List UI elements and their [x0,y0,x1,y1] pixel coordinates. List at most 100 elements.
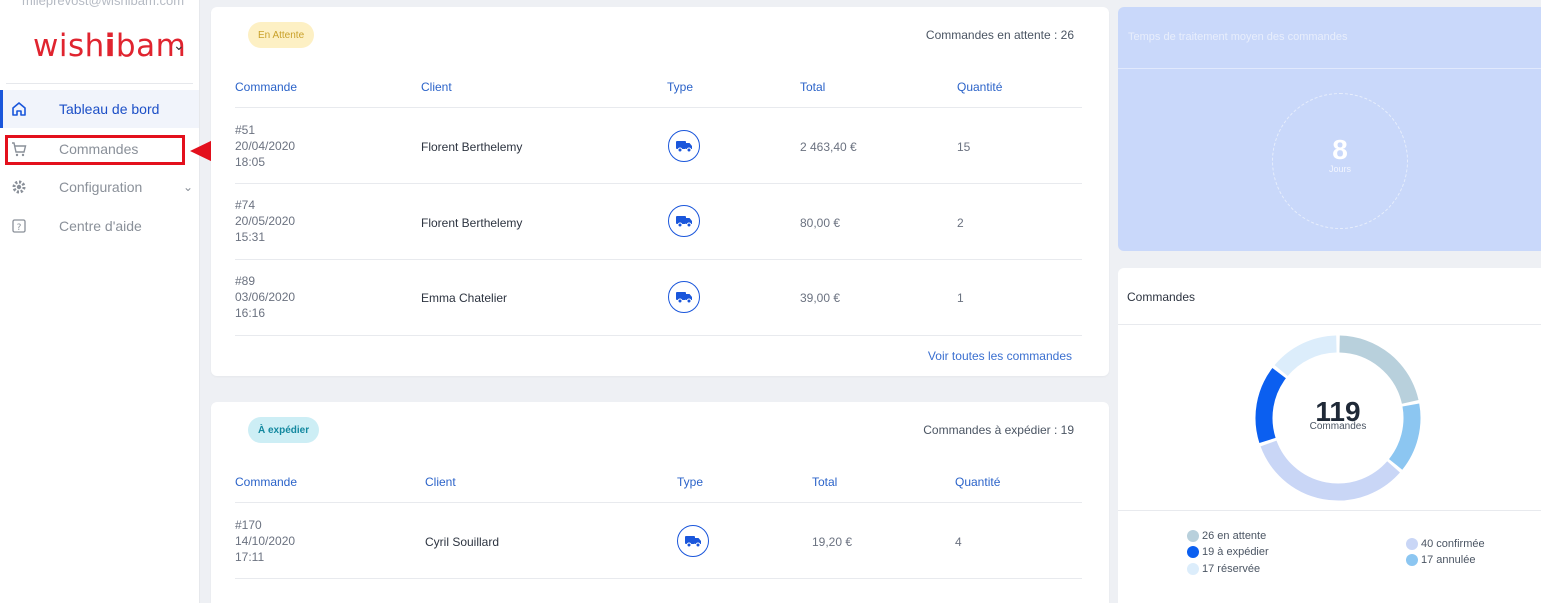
legend-label: 19 à expédier [1202,546,1269,558]
panel-divider [1118,68,1541,69]
delivery-truck-icon [668,281,700,313]
legend-dot [1187,563,1199,575]
legend-label: 17 réservée [1202,563,1261,575]
column-header-order[interactable]: Commande [235,475,297,489]
panel-divider [1118,324,1541,325]
average-processing-time-panel: Temps de traitement moyen des commandes … [1118,7,1541,251]
order-time: 18:05 [235,155,266,169]
legend-item-pending[interactable]: 26 en attente [1187,530,1266,542]
column-header-quantity[interactable]: Quantité [955,475,1000,489]
legend-label: 17 annulée [1421,554,1476,566]
logo-text-start: wish [33,28,105,64]
panel-title: Commandes [1127,290,1196,304]
annotation-highlight-box [5,135,185,165]
legend-label: 26 en attente [1202,530,1267,542]
table-divider [235,259,1082,260]
panel-title: Temps de traitement moyen des commandes [1128,31,1348,43]
logo-text-middle: i [104,28,116,64]
pending-orders-card: En Attente Commandes en attente : 26 Com… [211,7,1109,376]
see-all-orders-link[interactable]: Voir toutes les commandes [928,349,1072,363]
order-quantity: 4 [955,535,962,549]
sidebar-item-label: Configuration [59,179,143,195]
table-divider [235,335,1082,336]
to-ship-count: Commandes à expédier : 19 [923,423,1074,437]
order-time: 16:16 [235,306,266,320]
sidebar-item-configuration[interactable]: Configuration ⌄ [0,168,199,206]
column-header-total[interactable]: Total [812,475,837,489]
legend-dot [1187,530,1199,542]
column-header-type[interactable]: Type [677,475,703,489]
delivery-truck-icon [668,130,700,162]
panel-divider [1118,510,1541,511]
average-days-value: 8 [1332,134,1348,165]
table-divider [235,107,1082,108]
order-date: 14/10/2020 [235,534,296,548]
order-client: Florent Berthelemy [421,140,523,154]
order-id: #74 [235,198,256,212]
delivery-truck-icon [677,525,709,557]
order-client: Emma Chatelier [421,291,508,305]
order-quantity: 15 [957,140,971,154]
orders-total-label: Commandes [1309,421,1367,432]
legend-label: 40 confirmée [1421,538,1485,550]
table-divider [235,183,1082,184]
column-header-client[interactable]: Client [425,475,456,489]
average-days-unit: Jours [1328,164,1351,174]
order-date: 20/05/2020 [235,214,296,228]
order-id: #51 [235,123,256,137]
legend-dot [1187,546,1199,558]
donut-slice[interactable] [1388,403,1421,470]
help-icon: ? [12,219,26,233]
gear-icon [12,180,26,194]
sidebar-item-label: Centre d'aide [59,218,142,234]
donut-slice[interactable] [1274,335,1337,377]
donut-slice[interactable] [1260,440,1400,501]
home-icon [12,102,26,116]
sidebar-divider [6,83,193,84]
order-total: 19,20 € [812,535,853,549]
to-ship-orders-card: À expédier Commandes à expédier : 19 Com… [211,402,1109,603]
order-time: 17:11 [235,550,265,564]
table-divider [235,502,1082,503]
order-id: #89 [235,274,256,288]
legend-dot [1406,554,1418,566]
sidebar: mlleprevost@wishibam.com wishibam ⌄ Tabl… [0,0,200,603]
order-date: 20/04/2020 [235,139,296,153]
sidebar-item-label: Tableau de bord [59,101,160,117]
pending-count: Commandes en attente : 26 [925,28,1074,42]
orders-chart-panel: Commandes 119 Commandes 26 en attente 19… [1118,268,1541,603]
order-quantity: 1 [957,291,964,305]
order-total: 39,00 € [800,291,841,305]
donut-slice[interactable] [1339,335,1419,405]
order-total: 80,00 € [800,216,841,230]
column-header-total[interactable]: Total [800,80,825,94]
legend-item-to-ship[interactable]: 19 à expédier [1187,546,1269,558]
order-client: Cyril Souillard [425,535,500,549]
legend-item-cancelled[interactable]: 17 annulée [1406,554,1475,566]
status-badge: À expédier [248,417,320,443]
order-id: #170 [235,518,262,532]
donut-slice[interactable] [1255,367,1287,444]
order-client: Florent Berthelemy [421,216,523,230]
status-badge: En Attente [248,22,315,48]
column-header-order[interactable]: Commande [235,80,297,94]
column-header-quantity[interactable]: Quantité [957,80,1002,94]
chevron-down-icon[interactable]: ⌄ [173,37,185,54]
brand-logo[interactable]: wishibam [33,28,186,64]
delivery-truck-icon [668,205,700,237]
legend-item-reserved[interactable]: 17 réservée [1187,563,1260,575]
chevron-down-icon[interactable]: ⌄ [183,180,193,194]
legend-item-confirmed[interactable]: 40 confirmée [1406,538,1485,550]
sidebar-item-help[interactable]: ? Centre d'aide [0,207,199,245]
order-date: 03/06/2020 [235,290,296,304]
sidebar-item-dashboard[interactable]: Tableau de bord [0,90,199,128]
svg-text:?: ? [17,223,22,233]
order-time: 15:31 [235,230,266,244]
table-divider [235,578,1082,579]
order-quantity: 2 [957,216,964,230]
user-email: mlleprevost@wishibam.com [22,0,185,8]
column-header-type[interactable]: Type [667,80,693,94]
column-header-client[interactable]: Client [421,80,452,94]
legend-dot [1406,538,1418,550]
order-total: 2 463,40 € [800,140,857,154]
